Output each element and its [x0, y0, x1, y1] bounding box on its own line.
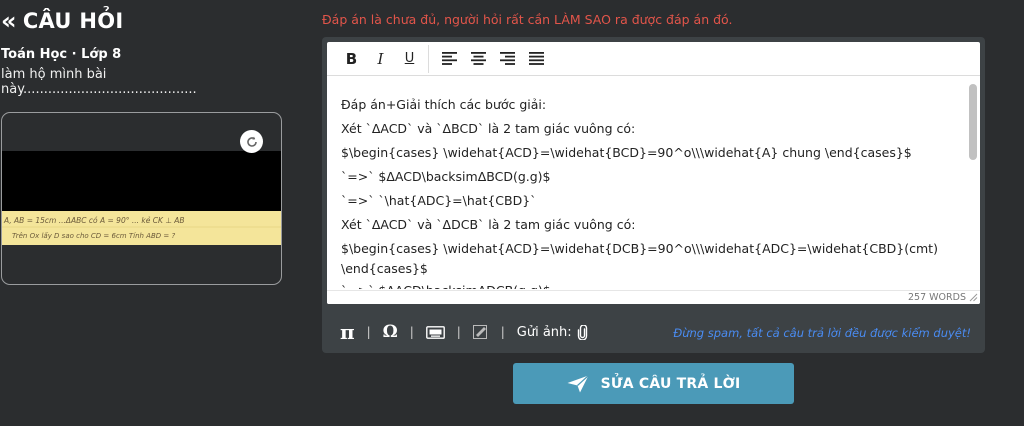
back-to-questions-link[interactable]: « CÂU HỎI	[1, 9, 124, 33]
tool-divider: |	[409, 325, 414, 339]
answer-line: $\begin{cases} \widehat{ACD}=\widehat{DC…	[341, 241, 938, 276]
answer-hint: Đáp án là chưa đủ, người hỏi rất cần LÀM…	[322, 12, 733, 27]
update-answer-button[interactable]: SỬA CÂU TRẢ LỜI	[513, 363, 794, 404]
editor-statusbar: 257 WORDS	[327, 290, 980, 304]
update-answer-label: SỬA CÂU TRẢ LỜI	[600, 375, 741, 392]
page-title: CÂU HỎI	[22, 9, 124, 33]
editor-toolbar: B I U	[327, 42, 980, 76]
language-keyboard-button[interactable]	[425, 325, 445, 339]
word-count: 257 WORDS	[908, 292, 966, 303]
image-dark-area	[2, 151, 281, 211]
question-image[interactable]: A, AB = 15cm ...ΔABC có A = 90° ... kẻ C…	[1, 112, 282, 285]
rich-text-editor: B I U Đáp án+Giải thích các bước giải: X…	[327, 42, 980, 304]
paperclip-icon	[577, 324, 587, 340]
image-strip-line-2: Trên Ox lấy D sao cho CD = 6cm Tính ABD …	[12, 232, 175, 240]
toolbar-divider	[428, 44, 429, 73]
resize-handle-icon[interactable]	[969, 293, 978, 302]
answer-text-area[interactable]: Đáp án+Giải thích các bước giải: Xét `ΔA…	[327, 77, 967, 289]
keyboard-language-icon	[425, 325, 445, 339]
align-right-button[interactable]	[493, 46, 522, 72]
answer-line: $\begin{cases} \widehat{ACD}=\widehat{BC…	[341, 145, 912, 160]
answer-editor-container: B I U Đáp án+Giải thích các bước giải: X…	[322, 37, 985, 353]
question-subject: Toán Học · Lớp 8	[1, 47, 122, 62]
answer-line: `=>` $ΔACD\backsimΔBCD(g.g)$	[341, 169, 551, 184]
align-left-button[interactable]	[435, 46, 464, 72]
moderation-notice: Đừng spam, tất cả câu trả lời đều được k…	[673, 326, 971, 340]
double-chevron-left-icon: «	[1, 7, 17, 35]
bold-button[interactable]: B	[337, 46, 366, 72]
tool-divider: |	[366, 325, 371, 339]
drawing-icon	[472, 325, 487, 339]
align-center-icon	[471, 52, 486, 65]
tool-divider: |	[500, 325, 505, 339]
align-center-button[interactable]	[464, 46, 493, 72]
special-characters-button[interactable]: Ω	[383, 322, 398, 342]
rotate-image-button[interactable]	[240, 130, 263, 153]
image-handwritten-strip: A, AB = 15cm ...ΔABC có A = 90° ... kẻ C…	[2, 211, 281, 245]
answer-line: Đáp án+Giải thích các bước giải:	[341, 97, 547, 112]
italic-button[interactable]: I	[366, 46, 395, 72]
send-paper-plane-icon	[567, 374, 589, 392]
editor-scrollbar[interactable]	[969, 81, 977, 288]
align-left-icon	[442, 52, 457, 65]
answer-line: `=>` `\hat{ADC}=\hat{CBD}`	[341, 193, 537, 208]
rotate-icon	[246, 136, 257, 147]
tool-divider: |	[456, 325, 461, 339]
math-formula-button[interactable]: π	[340, 320, 355, 344]
answer-line: Xét `ΔACD` và `ΔDCB` là 2 tam giác vuông…	[341, 217, 636, 232]
draw-button[interactable]	[472, 325, 489, 339]
insert-tools: π | Ω | | | Gửi ảnh:	[340, 320, 588, 344]
question-text: làm hộ mình bài này.....................…	[1, 67, 197, 97]
upload-image-label: Gửi ảnh:	[516, 324, 572, 340]
answer-line: `=>` $ΔACD\backsimΔDCB(g.g)$	[341, 279, 957, 289]
scrollbar-thumb[interactable]	[969, 84, 977, 160]
image-strip-line-1: A, AB = 15cm ...ΔABC có A = 90° ... kẻ C…	[3, 216, 184, 225]
answer-line: Xét `ΔACD` và `ΔBCD` là 2 tam giác vuông…	[341, 121, 636, 136]
align-justify-button[interactable]	[522, 46, 551, 72]
attach-image-button[interactable]	[577, 324, 588, 340]
align-right-icon	[500, 52, 515, 65]
underline-button[interactable]: U	[395, 46, 424, 72]
align-justify-icon	[529, 52, 544, 65]
